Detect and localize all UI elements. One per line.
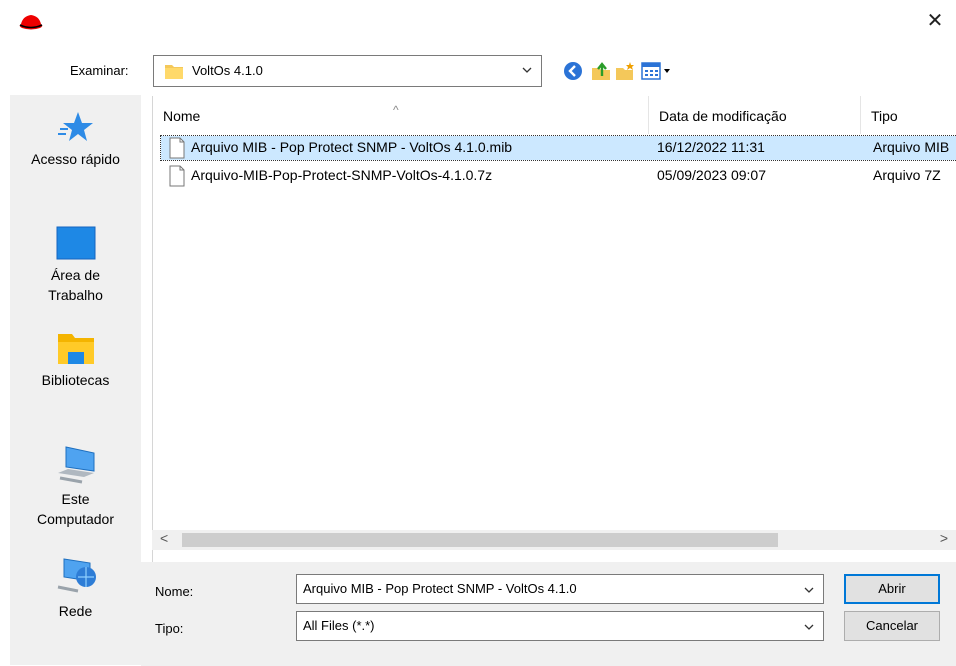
quick-access-star-icon [57, 112, 93, 141]
desktop-icon [56, 226, 95, 260]
libraries-icon [57, 334, 94, 364]
network-icon [57, 558, 96, 593]
file-name-label: Nome: [155, 584, 194, 599]
look-in-combobox[interactable]: VoltOs 4.1.0 [153, 55, 542, 87]
file-type-select[interactable]: All Files (*.*) [296, 611, 824, 641]
new-folder-icon[interactable] [614, 60, 636, 82]
sidebar-item-this-pc[interactable]: Este Computador [10, 445, 141, 529]
sidebar-item-desktop[interactable]: Área de Trabalho [10, 225, 141, 305]
cancel-button[interactable]: Cancelar [844, 611, 940, 641]
this-pc-icon [57, 446, 94, 484]
scrollbar-thumb[interactable] [182, 533, 778, 547]
column-header-name[interactable]: Nome ^ [153, 96, 649, 134]
file-date: 16/12/2022 11:31 [657, 139, 765, 155]
chevron-down-icon [804, 624, 814, 630]
file-type: Arquivo 7Z [873, 167, 941, 183]
sidebar-item-label: Área de Trabalho [48, 267, 103, 303]
file-icon [169, 165, 185, 187]
scroll-right-icon[interactable]: > [940, 530, 948, 546]
dialog-footer: Nome: Arquivo MIB - Pop Protect SNMP - V… [141, 562, 956, 666]
chevron-down-icon [522, 67, 532, 73]
folder-icon [165, 65, 183, 79]
file-name-input[interactable]: Arquivo MIB - Pop Protect SNMP - VoltOs … [296, 574, 824, 604]
close-button[interactable]: ✕ [920, 6, 950, 36]
sidebar-item-label: Acesso rápido [31, 151, 120, 167]
open-button[interactable]: Abrir [844, 574, 940, 604]
file-date: 05/09/2023 09:07 [657, 167, 766, 183]
red-hat-icon [19, 15, 43, 30]
places-sidebar: Acesso rápido Área de Trabalho Bibliotec… [10, 95, 141, 665]
file-type: Arquivo MIB [873, 139, 950, 155]
file-list: Nome ^ Data de modificação Tipo Arquivo … [152, 96, 956, 562]
file-name: Arquivo-MIB-Pop-Protect-SNMP-VoltOs-4.1.… [191, 167, 493, 183]
sidebar-item-quick-access[interactable]: Acesso rápido [10, 109, 141, 169]
sidebar-item-label: Bibliotecas [41, 372, 110, 388]
back-icon[interactable] [562, 60, 584, 82]
up-folder-icon[interactable] [590, 60, 612, 82]
look-in-value: VoltOs 4.1.0 [192, 63, 263, 78]
file-row[interactable]: Arquivo MIB - Pop Protect SNMP - VoltOs … [160, 135, 956, 161]
column-header-type[interactable]: Tipo [861, 96, 956, 134]
sidebar-item-network[interactable]: Rede [10, 557, 141, 621]
column-header-date[interactable]: Data de modificação [649, 96, 861, 134]
sidebar-item-label: Este Computador [36, 491, 115, 527]
horizontal-scrollbar[interactable]: < > [152, 530, 956, 550]
sort-ascending-icon: ^ [393, 103, 399, 117]
sidebar-item-libraries[interactable]: Bibliotecas [10, 330, 141, 390]
scroll-left-icon[interactable]: < [160, 530, 168, 546]
file-name: Arquivo MIB - Pop Protect SNMP - VoltOs … [191, 139, 513, 155]
title-bar: ✕ [0, 0, 956, 40]
look-in-label: Examinar: [70, 63, 129, 78]
view-menu-icon[interactable] [640, 60, 674, 82]
chevron-down-icon [804, 587, 814, 593]
file-row[interactable]: Arquivo-MIB-Pop-Protect-SNMP-VoltOs-4.1.… [161, 164, 956, 188]
file-type-label: Tipo: [155, 621, 184, 636]
sidebar-item-label: Rede [58, 603, 93, 619]
file-icon [169, 137, 185, 159]
